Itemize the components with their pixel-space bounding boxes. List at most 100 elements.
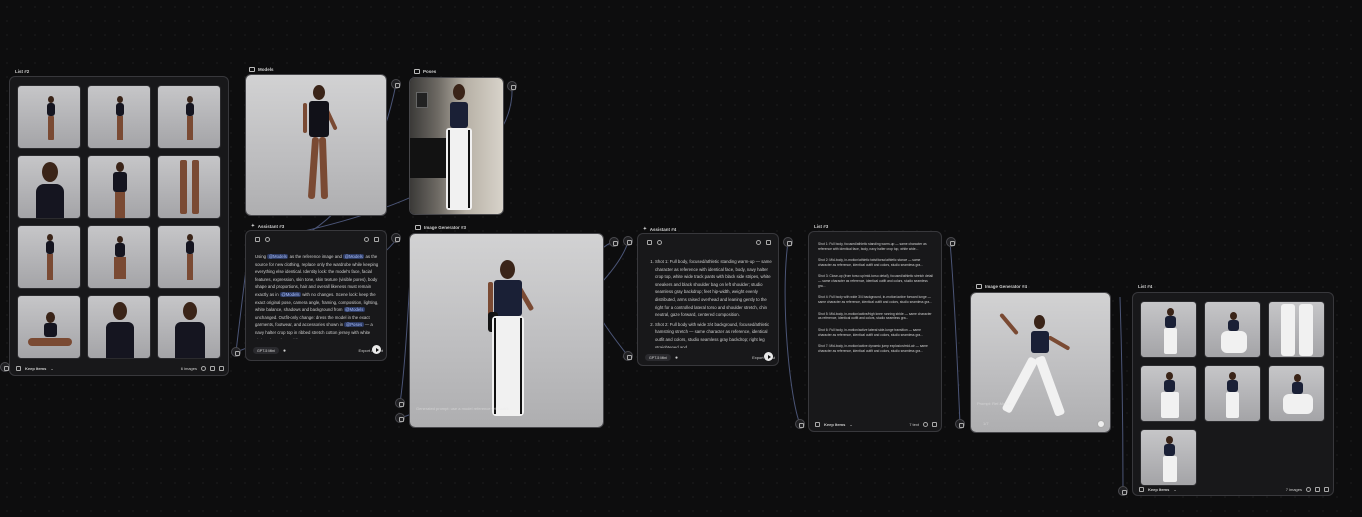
list-thumbnail[interactable] <box>1140 301 1197 358</box>
assistant-icon: ✦ <box>251 223 255 228</box>
list-thumbnail[interactable] <box>1268 365 1325 422</box>
assistant4-response-list[interactable]: Shot 1: Full body, focused/athletic stan… <box>647 258 773 348</box>
clear-icon[interactable] <box>201 366 206 371</box>
expand-icon[interactable] <box>932 422 937 427</box>
model-figure <box>484 260 535 420</box>
keep-items-dropdown[interactable]: Keep Items <box>824 422 845 427</box>
list2-title: List #2 <box>15 69 30 74</box>
image-icon <box>249 67 255 72</box>
imagegen3-image-panel[interactable]: Generated prompt: use a model reference … <box>409 233 604 428</box>
download-icon[interactable] <box>1097 420 1105 428</box>
list-thumbnail[interactable] <box>1140 429 1197 486</box>
model-selector[interactable]: GPT-5 Mini <box>645 354 671 361</box>
poses-image-panel[interactable] <box>409 77 504 215</box>
expand-icon[interactable] <box>219 366 224 371</box>
list-thumbnail[interactable] <box>87 155 151 219</box>
output-port[interactable] <box>0 362 10 372</box>
expand-icon[interactable] <box>766 240 771 245</box>
list2-panel[interactable]: Keep Items ⌄ 6 images <box>9 76 229 376</box>
input-port[interactable] <box>395 413 405 423</box>
model-selector[interactable]: GPT-5 Mini <box>253 347 279 354</box>
input-port[interactable] <box>623 351 633 361</box>
poses-title: Poses <box>414 69 436 74</box>
copy-icon[interactable] <box>364 237 369 242</box>
list-thumbnail[interactable] <box>157 225 221 289</box>
copy-icon[interactable] <box>756 240 761 245</box>
expand-icon[interactable] <box>1324 487 1329 492</box>
list-item[interactable]: Shot 6: Full body, in-motion/active late… <box>818 328 934 338</box>
output-port[interactable] <box>783 237 793 247</box>
list3-panel[interactable]: Shot 1: Full body, focused/athletic stan… <box>808 231 942 432</box>
list-thumbnail[interactable] <box>1204 365 1261 422</box>
assistant4-title: ✦ Assistant #4 <box>643 226 677 232</box>
item-count: 7 text <box>909 422 919 427</box>
list-thumbnail[interactable] <box>157 155 221 219</box>
list4-panel[interactable]: Keep Items ⌄ 7 images <box>1132 292 1334 496</box>
output-port[interactable] <box>391 79 401 89</box>
list-item[interactable]: Shot 1: Full body, focused/athletic stan… <box>818 242 934 252</box>
list-thumbnail[interactable] <box>1268 301 1325 358</box>
expand-icon[interactable] <box>374 237 379 242</box>
clear-icon[interactable] <box>923 422 928 427</box>
list-item[interactable]: Shot 7: Mid-body, in-motion/active dynam… <box>818 344 934 354</box>
input-port[interactable] <box>1118 486 1128 496</box>
list-thumbnail[interactable] <box>87 225 151 289</box>
image-caption: Generated prompt: use a model reference … <box>416 406 509 411</box>
list-thumbnail[interactable] <box>87 295 151 359</box>
settings-icon[interactable] <box>265 237 270 242</box>
list2-footer: Keep Items ⌄ 6 images <box>16 366 224 371</box>
input-port[interactable] <box>395 398 405 408</box>
imagegen3-title: Image Generator #3 <box>415 225 466 230</box>
input-port[interactable] <box>795 419 805 429</box>
models-image-panel[interactable] <box>245 74 387 216</box>
assistant-icon: ✦ <box>643 226 647 231</box>
list-item[interactable]: Shot 3: Close-up (from torso up/mid-tors… <box>818 274 934 288</box>
model-figure <box>303 85 338 209</box>
list-thumbnail[interactable] <box>1140 365 1197 422</box>
list-thumbnail[interactable] <box>17 295 81 359</box>
list-item[interactable]: Shot 4: Full body with wide 3/4 backgrou… <box>818 295 934 305</box>
output-port[interactable] <box>507 81 517 91</box>
list-thumbnail[interactable] <box>17 225 81 289</box>
assistant3-panel[interactable]: Using @Models as the reference image and… <box>245 230 387 361</box>
list-item[interactable]: Shot 2: Mid-body, in-motion/athletic twi… <box>818 258 934 268</box>
list-settings-icon[interactable] <box>16 366 21 371</box>
imagegen4-image-panel[interactable]: Prompt: Ref-Motion 1/7 <box>970 292 1111 433</box>
attach-icon[interactable] <box>255 237 260 242</box>
mic-icon[interactable]: ● <box>675 355 678 361</box>
image-icon <box>976 284 982 289</box>
list-settings-icon[interactable] <box>1139 487 1144 492</box>
list-thumbnail[interactable] <box>87 85 151 149</box>
list-thumbnail[interactable] <box>17 85 81 149</box>
list-thumbnail[interactable] <box>157 85 221 149</box>
list-settings-icon[interactable] <box>815 422 820 427</box>
input-port[interactable] <box>955 419 965 429</box>
model-figure <box>47 96 55 144</box>
view-toggle-icon[interactable] <box>1315 487 1320 492</box>
keep-items-dropdown[interactable]: Keep Items <box>25 366 46 371</box>
view-toggle-icon[interactable] <box>210 366 215 371</box>
chevron-down-icon: ⌄ <box>1173 487 1177 492</box>
output-port[interactable] <box>946 237 956 247</box>
mic-icon[interactable]: ● <box>283 348 286 354</box>
output-port[interactable] <box>391 233 401 243</box>
send-button[interactable] <box>372 345 381 354</box>
text-list: Shot 1: Full body, focused/athletic stan… <box>818 242 934 412</box>
output-port[interactable] <box>609 237 619 247</box>
assistant3-prompt[interactable]: Using @Models as the reference image and… <box>255 253 379 339</box>
attach-icon[interactable] <box>647 240 652 245</box>
keep-items-dropdown[interactable]: Keep Items <box>1148 487 1169 492</box>
list-item[interactable]: Shot 5: Mid-body, in-motion/active/high … <box>818 312 934 322</box>
chevron-down-icon: ⌄ <box>849 422 853 427</box>
input-port[interactable] <box>231 347 241 357</box>
input-port[interactable] <box>623 236 633 246</box>
clear-icon[interactable] <box>1306 487 1311 492</box>
assistant4-panel[interactable]: Shot 1: Full body, focused/athletic stan… <box>637 233 779 366</box>
list-thumbnail[interactable] <box>17 155 81 219</box>
settings-icon[interactable] <box>657 240 662 245</box>
send-button[interactable] <box>764 352 773 361</box>
list-thumbnail[interactable] <box>157 295 221 359</box>
image-caption: Prompt: Ref-Motion <box>977 401 1012 406</box>
list3-title: List #3 <box>814 224 829 229</box>
list-thumbnail[interactable] <box>1204 301 1261 358</box>
